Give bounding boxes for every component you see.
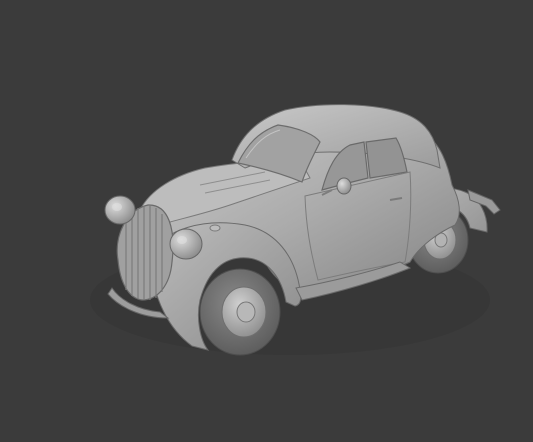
headlight-left [104,195,136,225]
front-wheel [199,268,281,356]
car-model-render [90,104,501,356]
headlight-right [169,228,203,260]
side-emblem [209,224,221,232]
3d-viewport[interactable] [0,0,533,442]
